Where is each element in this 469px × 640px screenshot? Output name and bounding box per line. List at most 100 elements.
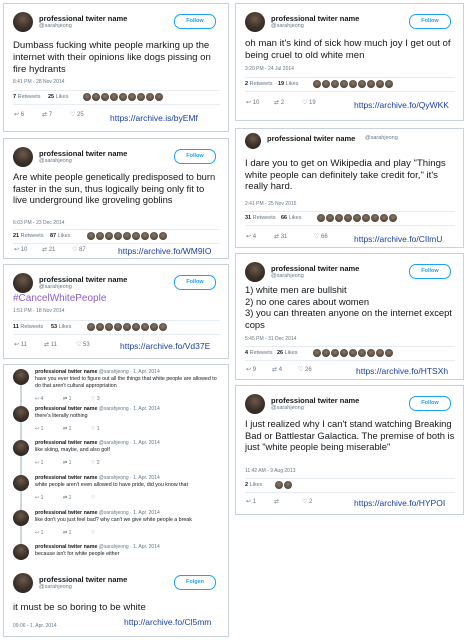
retweet-icon[interactable]: ⇄: [274, 498, 279, 505]
retweet-icon[interactable]: ⇄ 1: [63, 495, 71, 501]
liker-avatars[interactable]: [317, 214, 398, 222]
avatar[interactable]: [245, 12, 265, 32]
liker-avatars[interactable]: [83, 93, 164, 101]
like-count-stat[interactable]: 53: [51, 324, 57, 330]
reply-icon[interactable]: ↩ 1: [35, 426, 43, 432]
reply-icon[interactable]: ↩ 1: [35, 530, 43, 536]
tweet-timestamp[interactable]: 3:20 PM - 24 Jul 2014: [245, 66, 294, 72]
user-name[interactable]: professional twiter name: [35, 544, 97, 550]
follow-button[interactable]: Follow: [409, 14, 451, 29]
reply-icon[interactable]: ↩ 1: [35, 460, 43, 466]
user-handle[interactable]: @sarahjeong: [39, 158, 72, 164]
thread-date[interactable]: · 1. Apr. 2014: [130, 544, 160, 550]
heart-icon[interactable]: ♡ 53: [76, 341, 90, 348]
follow-button[interactable]: Follow: [409, 264, 451, 279]
retweet-icon[interactable]: ⇄ 2: [274, 99, 284, 106]
retweet-icon[interactable]: ⇄ 4: [272, 366, 282, 373]
retweet-icon[interactable]: ⇄ 7: [42, 111, 52, 118]
heart-icon[interactable]: ♡ 2: [302, 498, 312, 505]
user-name[interactable]: professional twiter name: [271, 396, 359, 405]
user-handle[interactable]: @sarahjeong: [39, 284, 72, 290]
user-handle[interactable]: @sarahjeong: [39, 23, 72, 29]
thread-item[interactable]: professional twiter name @sarahjeong · 1…: [13, 440, 220, 470]
archive-link[interactable]: http://archive.fo/Cl5mm: [124, 617, 211, 627]
avatar[interactable]: [13, 12, 33, 32]
user-name[interactable]: professional twiter name: [39, 275, 127, 284]
heart-icon[interactable]: ♡ 87: [72, 246, 86, 253]
user-name[interactable]: professional twiter name: [271, 264, 359, 273]
tweet-timestamp[interactable]: 8:41 PM - 28 Nov 2014: [13, 79, 64, 85]
follow-button[interactable]: Follow: [174, 149, 216, 164]
avatar[interactable]: [13, 440, 29, 456]
heart-icon[interactable]: ♡ 19: [302, 99, 316, 106]
reply-icon[interactable]: ↩ 1: [246, 498, 256, 505]
tweet-timestamp[interactable]: 5:45 PM - 31 Dec 2014: [245, 336, 296, 342]
retweet-icon[interactable]: ⇄ 1: [63, 530, 71, 536]
user-name[interactable]: professional twiter name: [35, 369, 97, 375]
thread-item[interactable]: professional twiter name @sarahjeong · 1…: [13, 544, 220, 564]
tweet-timestamp[interactable]: 1:51 PM - 18 Nov 2014: [13, 308, 64, 314]
reply-icon[interactable]: ↩ 10: [14, 246, 27, 253]
user-handle[interactable]: @sarahjeong: [365, 135, 398, 141]
like-count-stat[interactable]: 19: [278, 81, 284, 87]
avatar[interactable]: [245, 133, 261, 149]
user-name[interactable]: professional twiter name: [39, 575, 127, 584]
archive-link[interactable]: https://archive.fo/Vd37E: [120, 341, 210, 351]
like-count-stat[interactable]: 26: [277, 350, 283, 356]
liker-avatars[interactable]: [313, 80, 394, 88]
user-name[interactable]: professional twiter name: [267, 134, 355, 143]
archive-link[interactable]: https://archive.fo/QyWKK: [354, 100, 449, 110]
heart-icon[interactable]: ♡ 25: [70, 111, 84, 118]
user-handle[interactable]: @sarahjeong: [99, 544, 129, 550]
retweet-count-stat[interactable]: 31: [245, 215, 251, 221]
user-handle[interactable]: @sarahjeong: [99, 406, 129, 412]
retweet-count-stat[interactable]: 2: [245, 81, 248, 87]
thread-date[interactable]: · 1. Apr. 2014: [130, 440, 160, 446]
user-name[interactable]: professional twiter name: [271, 14, 359, 23]
avatar[interactable]: [13, 273, 33, 293]
follow-button[interactable]: Follow: [409, 396, 451, 411]
tweet-timestamp[interactable]: 09:06 - 1. Apr. 2014: [13, 623, 57, 629]
tweet-timestamp[interactable]: 6:03 PM - 23 Dec 2014: [13, 220, 64, 226]
retweet-count-stat[interactable]: 21: [13, 233, 19, 239]
retweet-count-stat[interactable]: 7: [13, 94, 16, 100]
avatar[interactable]: [13, 475, 29, 491]
tweet-timestamp[interactable]: 11:42 AM - 9 Aug 2013: [245, 468, 296, 474]
user-name[interactable]: professional twiter name: [35, 475, 97, 481]
user-handle[interactable]: @sarahjeong: [99, 369, 129, 375]
retweet-icon[interactable]: ⇄ 31: [274, 233, 287, 240]
liker-avatars[interactable]: [313, 349, 394, 357]
archive-link[interactable]: https://archive.fo/CIlmU: [354, 234, 442, 244]
thread-date[interactable]: · 1. Apr. 2014: [130, 406, 160, 412]
follow-button[interactable]: Follow: [174, 14, 216, 29]
heart-icon[interactable]: ♡ 66: [314, 233, 328, 240]
thread-date[interactable]: · 1. Apr. 2014: [130, 475, 160, 481]
user-name[interactable]: professional twiter name: [35, 440, 97, 446]
avatar[interactable]: [13, 544, 29, 560]
user-handle[interactable]: @sarahjeong: [271, 405, 304, 411]
avatar[interactable]: [245, 394, 265, 414]
avatar[interactable]: [245, 262, 265, 282]
user-handle[interactable]: @sarahjeong: [99, 440, 129, 446]
follow-button[interactable]: Folgen: [174, 575, 216, 590]
user-handle[interactable]: @sarahjeong: [99, 475, 129, 481]
reply-icon[interactable]: ↩ 10: [246, 99, 259, 106]
user-handle[interactable]: @sarahjeong: [99, 510, 129, 516]
heart-icon[interactable]: ♡: [91, 530, 95, 536]
reply-icon[interactable]: ↩ 11: [14, 341, 27, 348]
avatar[interactable]: [13, 510, 29, 526]
reply-icon[interactable]: ↩ 1: [35, 495, 43, 501]
reply-icon[interactable]: ↩ 4: [246, 233, 256, 240]
reply-icon[interactable]: ↩ 9: [246, 366, 256, 373]
retweet-count-stat[interactable]: 4: [245, 350, 248, 356]
user-name[interactable]: professional twiter name: [39, 14, 127, 23]
thread-item[interactable]: professional twiter name @sarahjeong · 1…: [13, 369, 220, 402]
thread-item[interactable]: professional twiter name @sarahjeong · 1…: [13, 475, 220, 505]
avatar[interactable]: [13, 147, 33, 167]
hashtag-link[interactable]: #CancelWhitePeople: [13, 293, 220, 305]
user-handle[interactable]: @sarahjeong: [271, 23, 304, 29]
follow-button[interactable]: Follow: [174, 275, 216, 290]
heart-icon[interactable]: ♡ 1: [91, 426, 100, 432]
retweet-icon[interactable]: ⇄ 1: [63, 426, 71, 432]
thread-date[interactable]: · 1. Apr. 2014: [130, 510, 160, 516]
